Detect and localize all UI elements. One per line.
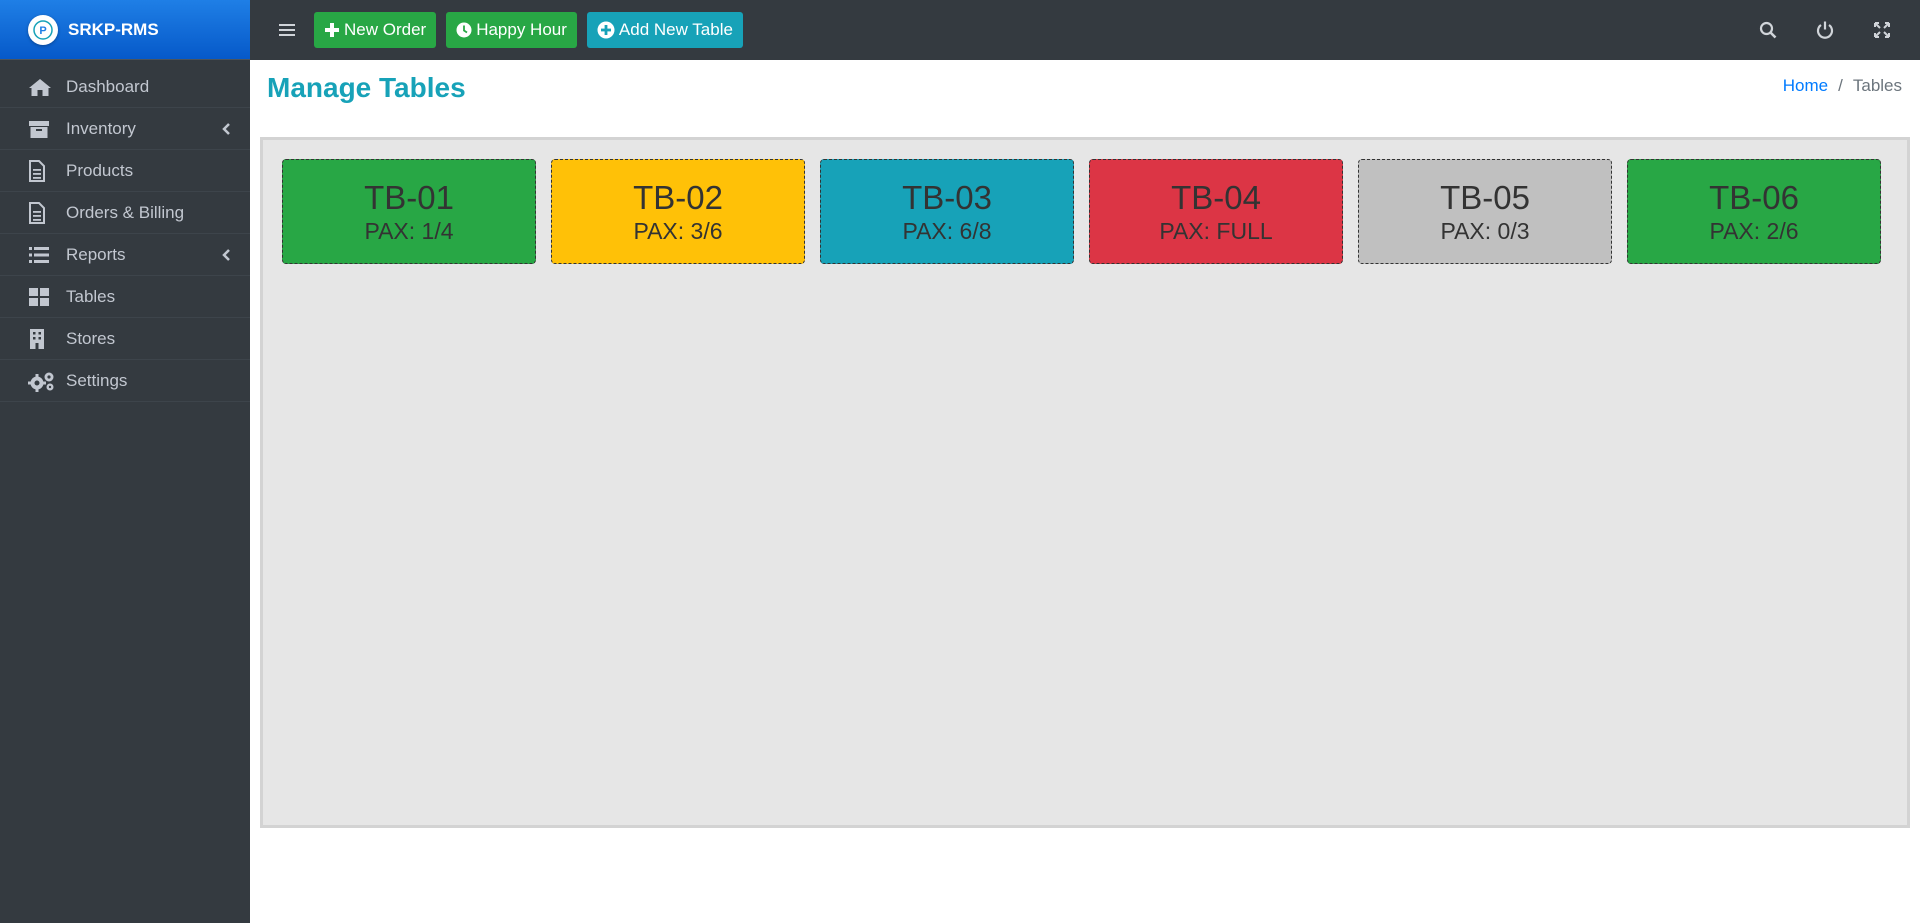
gears-icon	[28, 369, 56, 393]
table-name: TB-02	[633, 178, 723, 216]
chevron-left-icon[interactable]	[220, 122, 232, 135]
table-card-tb-05[interactable]: TB-05 PAX: 0/3	[1358, 159, 1612, 264]
file-icon	[28, 159, 56, 183]
power-icon[interactable]	[1805, 10, 1845, 50]
sidebar-item-label: Settings	[66, 370, 128, 390]
table-name: TB-05	[1440, 178, 1530, 216]
table-card-tb-02[interactable]: TB-02 PAX: 3/6	[551, 159, 805, 264]
tables-panel: TB-01 PAX: 1/4 TB-02 PAX: 3/6 TB-03 PAX:…	[260, 137, 1910, 828]
sidebar-nav: Dashboard Inventory Products Orders & Bi…	[0, 60, 250, 402]
sidebar-item-label: Inventory	[66, 118, 136, 138]
sidebar-item-settings[interactable]: Settings	[0, 360, 250, 402]
happy-hour-button[interactable]: Happy Hour	[446, 12, 577, 48]
chevron-left-icon[interactable]	[220, 248, 232, 261]
plus-circle-icon	[597, 21, 615, 39]
search-icon[interactable]	[1748, 10, 1788, 50]
sidebar-item-tables[interactable]: Tables	[0, 276, 250, 318]
new-order-button[interactable]: New Order	[314, 12, 437, 48]
grid-icon	[28, 285, 56, 309]
sidebar-item-stores[interactable]: Stores	[0, 318, 250, 360]
sidebar-item-label: Reports	[66, 244, 126, 264]
top-right-actions	[1731, 0, 1902, 60]
archive-icon	[28, 117, 56, 141]
brand-logo-icon: P	[28, 14, 58, 45]
sidebar-item-dashboard[interactable]: Dashboard	[0, 66, 250, 108]
table-pax: PAX: 0/3	[1440, 217, 1530, 244]
sidebar-item-inventory[interactable]: Inventory	[0, 108, 250, 150]
new-order-label: New Order	[344, 20, 427, 39]
table-pax: PAX: 1/4	[364, 217, 454, 244]
file-icon	[28, 201, 56, 225]
brand[interactable]: P SRKP-RMS	[0, 0, 250, 60]
page-title: Manage Tables	[267, 72, 466, 103]
table-name: TB-06	[1709, 178, 1799, 216]
sidebar-item-products[interactable]: Products	[0, 150, 250, 192]
home-icon	[28, 75, 56, 99]
list-icon	[28, 243, 56, 267]
table-name: TB-03	[902, 178, 992, 216]
table-card-tb-01[interactable]: TB-01 PAX: 1/4	[282, 159, 536, 264]
table-card-tb-03[interactable]: TB-03 PAX: 6/8	[820, 159, 1074, 264]
building-icon	[28, 327, 56, 351]
table-card-tb-04[interactable]: TB-04 PAX: FULL	[1089, 159, 1343, 264]
menu-toggle-icon[interactable]	[270, 13, 304, 47]
table-name: TB-01	[364, 178, 454, 216]
sidebar-item-reports[interactable]: Reports	[0, 234, 250, 276]
plus-icon	[324, 22, 340, 38]
sidebar-item-label: Dashboard	[66, 76, 150, 96]
breadcrumb-separator: /	[1838, 76, 1843, 95]
svg-text:P: P	[39, 25, 46, 37]
table-name: TB-04	[1171, 178, 1261, 216]
brand-name: SRKP-RMS	[68, 19, 159, 39]
sidebar-item-label: Products	[66, 160, 134, 180]
sidebar: P SRKP-RMS Dashboard Inventory Products	[0, 0, 250, 923]
top-navbar: New Order Happy Hour Add New Table	[250, 0, 1920, 60]
breadcrumb-home-link[interactable]: Home	[1783, 76, 1828, 96]
breadcrumb: Home / Tables	[1783, 76, 1902, 96]
sidebar-item-label: Tables	[66, 286, 116, 306]
table-pax: PAX: FULL	[1159, 217, 1273, 244]
fullscreen-icon[interactable]	[1862, 10, 1902, 50]
add-new-table-button[interactable]: Add New Table	[586, 12, 743, 48]
sidebar-item-label: Orders & Billing	[66, 202, 185, 222]
sidebar-item-orders-billing[interactable]: Orders & Billing	[0, 192, 250, 234]
clock-icon	[456, 22, 472, 38]
happy-hour-label: Happy Hour	[476, 20, 567, 39]
table-pax: PAX: 2/6	[1709, 217, 1799, 244]
table-pax: PAX: 3/6	[633, 217, 723, 244]
table-card-tb-06[interactable]: TB-06 PAX: 2/6	[1627, 159, 1881, 264]
table-pax: PAX: 6/8	[902, 217, 992, 244]
breadcrumb-current: Tables	[1852, 76, 1902, 95]
add-new-table-label: Add New Table	[618, 20, 733, 39]
sidebar-item-label: Stores	[66, 328, 116, 348]
